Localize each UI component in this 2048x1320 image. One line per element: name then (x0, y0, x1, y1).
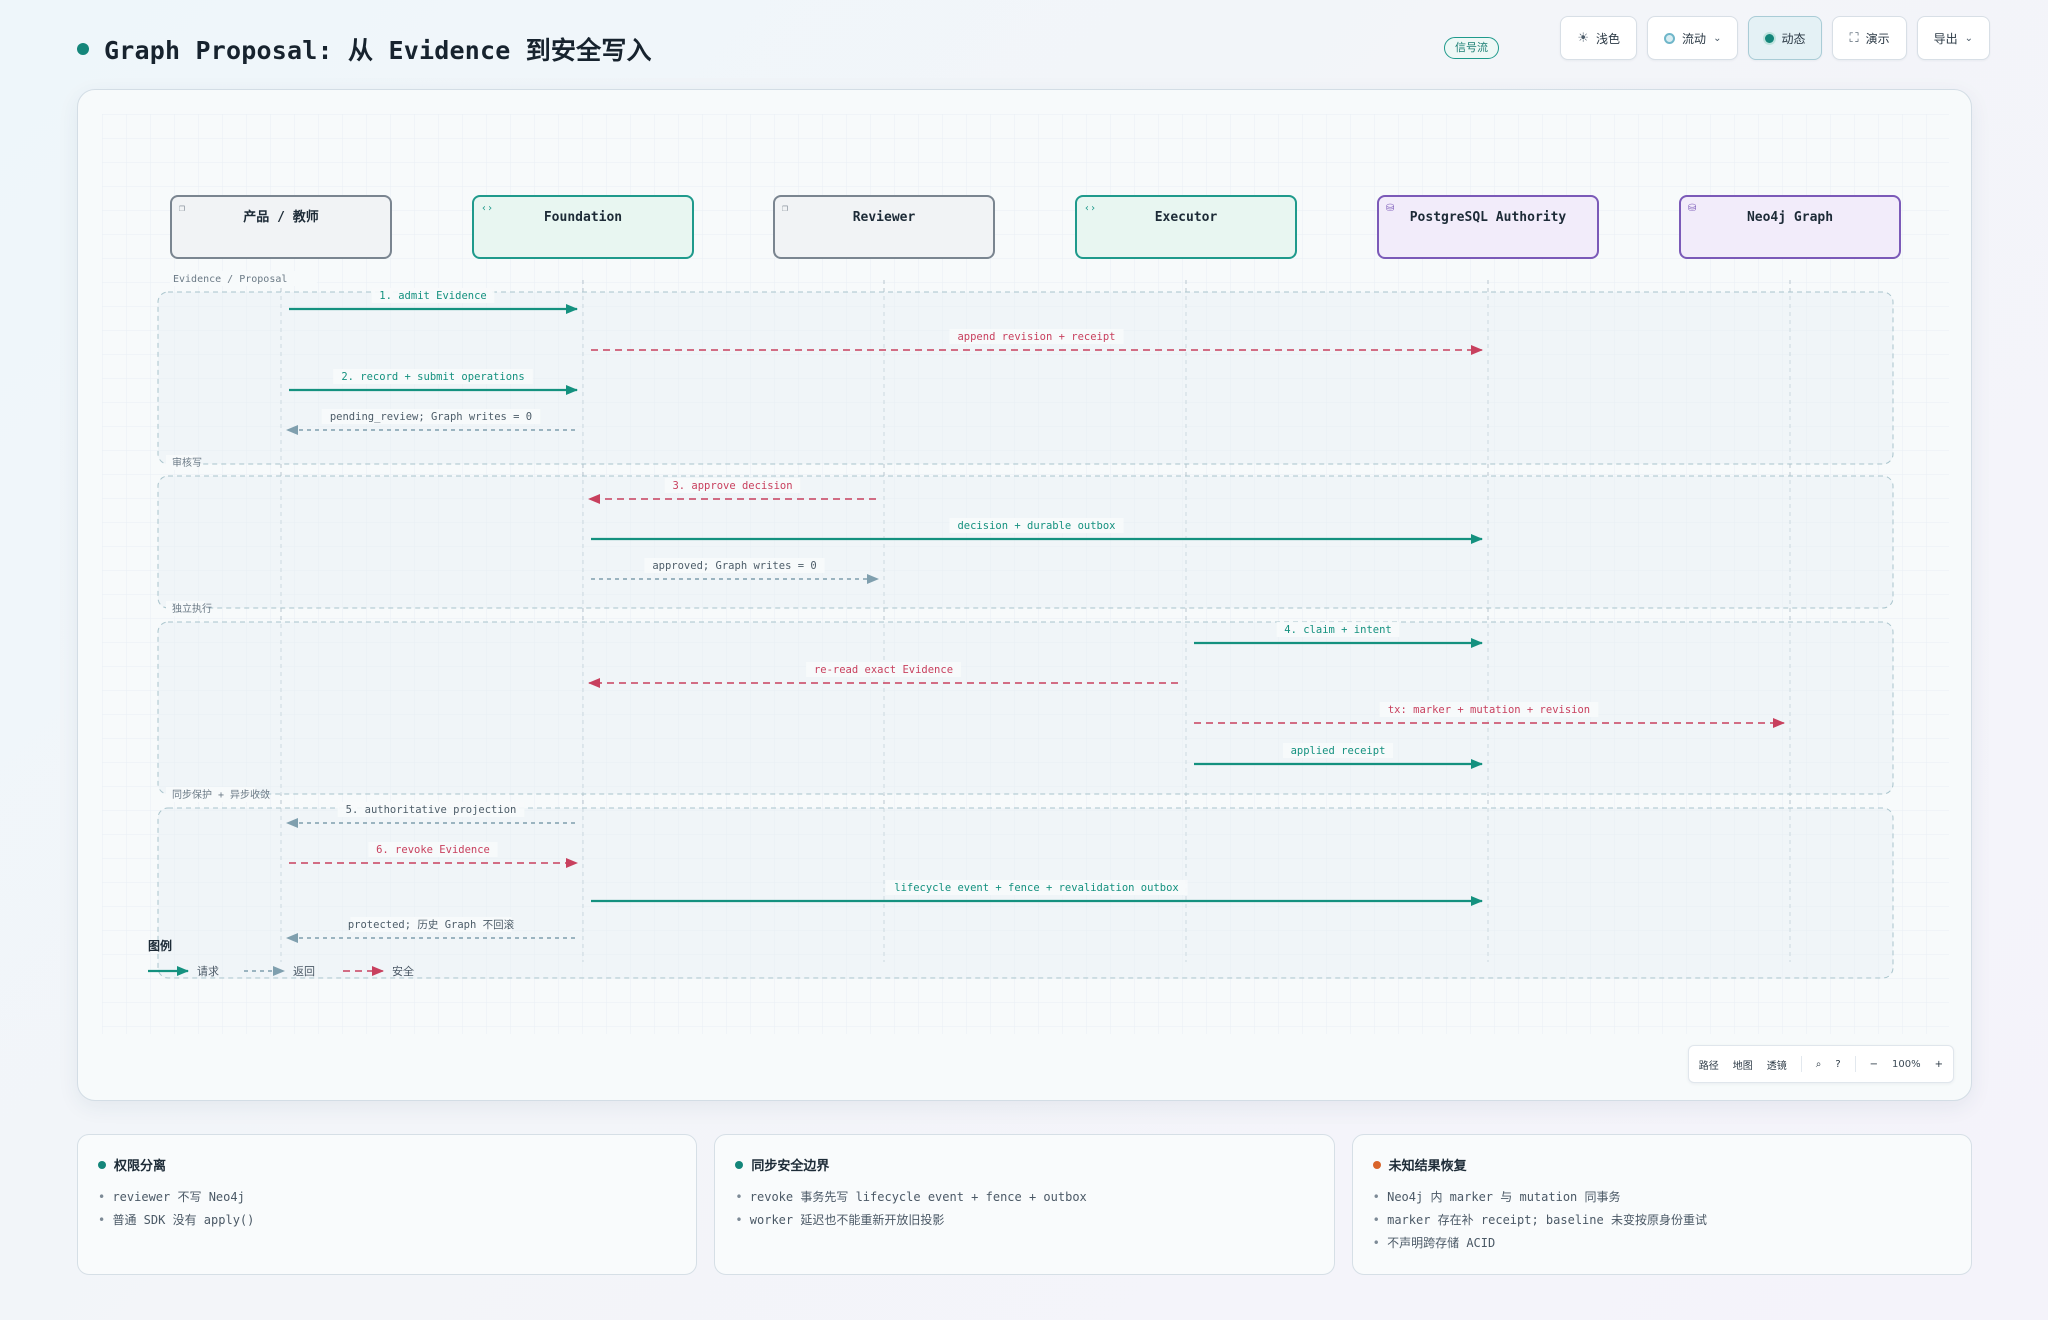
card-dot (98, 1160, 106, 1169)
participant-label: Foundation (544, 210, 622, 225)
legend-title: 图例 (148, 938, 172, 953)
card-list: revoke 事务先写 lifecycle event + fence + ou… (735, 1186, 1313, 1232)
list-item: reviewer 不写 Neo4j (98, 1186, 676, 1209)
info-card-permissions: 权限分离 reviewer 不写 Neo4j 普通 SDK 没有 apply() (77, 1134, 698, 1275)
message-label: 2. record + submit operations (341, 371, 524, 383)
zoom-level: 100% (1892, 1058, 1921, 1070)
card-title-text: 同步安全边界 (751, 1159, 830, 1174)
message-label: protected; 历史 Graph 不回滚 (348, 918, 515, 931)
diagram-panel: Evidence / Proposal 审核写独立执行同步保护 + 异步收敛 ❐ 产品… (77, 89, 1972, 1101)
card-dot (735, 1160, 744, 1169)
message-label: 5. authoritative projection (346, 804, 517, 816)
present-button[interactable]: ⛶ 演示 (1832, 16, 1907, 60)
database-icon: ⛁ (1688, 203, 1696, 214)
dynamic-dot-icon (1765, 33, 1775, 43)
dynamic-toggle-button[interactable]: 动态 (1748, 16, 1823, 60)
zoom-toolbar: 路径 地图 透镜 ⌕ ? − 100% + (1687, 1045, 1954, 1083)
message-label: re-read exact Evidence (814, 664, 953, 676)
window-icon: ❐ (179, 203, 185, 214)
sequence-diagram[interactable]: Evidence / Proposal 审核写独立执行同步保护 + 异步收敛 ❐ 产品… (78, 90, 1973, 1102)
card-title-text: 未知结果恢复 (1388, 1159, 1467, 1174)
database-icon: ⛁ (1386, 203, 1394, 214)
legend-request-label: 请求 (197, 965, 219, 978)
group-frame (157, 621, 1894, 795)
card-title: 未知结果恢复 (1372, 1155, 1951, 1174)
toolbar-divider (1854, 1056, 1856, 1072)
flow-dropdown-button[interactable]: 流动 ⌄ (1647, 16, 1739, 60)
group-label: 独立执行 (172, 602, 212, 615)
message-label: append revision + receipt (957, 331, 1115, 343)
participant-box[interactable]: ‹› Foundation (472, 195, 694, 259)
group-label: 同步保护 + 异步收敛 (172, 788, 270, 801)
lens-button[interactable]: 透镜 (1767, 1057, 1787, 1072)
chevron-down-icon: ⌄ (1713, 32, 1722, 44)
export-dropdown-button[interactable]: 导出 ⌄ (1916, 16, 1990, 60)
signal-flow-badge[interactable]: 信号流 (1444, 37, 1499, 59)
participant-box[interactable]: ❐ Reviewer (773, 195, 995, 259)
card-title: 同步安全边界 (735, 1155, 1313, 1174)
fullscreen-icon: ⛶ (1849, 30, 1859, 46)
theme-label: 浅色 (1596, 31, 1621, 46)
legend-return-label: 返回 (293, 965, 315, 978)
group-label: Evidence / Proposal (173, 274, 287, 285)
page-title: Graph Proposal: 从 Evidence 到安全写入 (104, 36, 652, 65)
participant-box[interactable]: ‹› Executor (1075, 195, 1297, 259)
group-frame (157, 475, 1894, 609)
title-status-dot (77, 43, 89, 55)
code-icon: ‹› (1084, 203, 1096, 214)
participant-label: Reviewer (853, 210, 916, 225)
list-item: Neo4j 内 marker 与 mutation 同事务 (1373, 1186, 1951, 1209)
participant-label: Neo4j Graph (1747, 210, 1833, 225)
sun-icon: ☀ (1577, 30, 1590, 46)
zoom-in-button[interactable]: + (1935, 1059, 1943, 1070)
message-label: 4. claim + intent (1284, 624, 1391, 636)
message-label: lifecycle event + fence + revalidation o… (894, 882, 1178, 894)
message-label: 1. admit Evidence (379, 290, 486, 302)
participant-box[interactable]: ⛁ PostgreSQL Authority (1377, 195, 1599, 259)
search-icon[interactable]: ⌕ (1816, 1059, 1822, 1070)
info-card-sync-boundary: 同步安全边界 revoke 事务先写 lifecycle event + fen… (714, 1134, 1335, 1275)
present-label: 演示 (1865, 31, 1890, 46)
message-label: 3. approve decision (672, 480, 792, 492)
list-item: 不声明跨存储 ACID (1373, 1232, 1951, 1255)
message-label: tx: marker + mutation + revision (1388, 704, 1590, 716)
legend-security-label: 安全 (392, 964, 414, 978)
info-card-recovery: 未知结果恢复 Neo4j 内 marker 与 mutation 同事务 mar… (1351, 1134, 1972, 1275)
toolbar-divider (1800, 1056, 1802, 1072)
card-list: Neo4j 内 marker 与 mutation 同事务 marker 存在补… (1373, 1186, 1951, 1255)
participant-label: PostgreSQL Authority (1410, 210, 1567, 225)
dynamic-label: 动态 (1781, 31, 1806, 46)
chevron-down-icon: ⌄ (1964, 32, 1973, 44)
participant-box[interactable]: ❐ 产品 / 教师 (170, 195, 392, 259)
path-button[interactable]: 路径 (1699, 1057, 1719, 1072)
list-item: revoke 事务先写 lifecycle event + fence + ou… (735, 1186, 1313, 1209)
participant-box[interactable]: ⛁ Neo4j Graph (1679, 195, 1901, 259)
window-icon: ❐ (782, 203, 788, 214)
message-label: decision + durable outbox (957, 520, 1115, 532)
message-label: 6. revoke Evidence (376, 844, 490, 856)
card-title: 权限分离 (98, 1155, 676, 1174)
map-button[interactable]: 地图 (1733, 1057, 1753, 1072)
card-dot (1372, 1160, 1381, 1169)
message-label: pending_review; Graph writes = 0 (330, 411, 532, 423)
list-item: marker 存在补 receipt; baseline 未变按原身份重试 (1373, 1209, 1951, 1232)
theme-toggle-button[interactable]: ☀ 浅色 (1560, 16, 1638, 60)
message-label: applied receipt (1291, 745, 1386, 757)
group-label: 审核写 (172, 456, 202, 469)
export-label: 导出 (1933, 31, 1958, 46)
info-cards: 权限分离 reviewer 不写 Neo4j 普通 SDK 没有 apply()… (77, 1134, 1972, 1275)
message-label: approved; Graph writes = 0 (652, 560, 816, 572)
card-list: reviewer 不写 Neo4j 普通 SDK 没有 apply() (98, 1186, 676, 1232)
help-icon[interactable]: ? (1835, 1059, 1840, 1070)
card-title-text: 权限分离 (114, 1159, 167, 1174)
list-item: 普通 SDK 没有 apply() (98, 1209, 676, 1232)
list-item: worker 延迟也不能重新开放旧投影 (735, 1209, 1313, 1232)
code-icon: ‹› (481, 203, 493, 214)
flow-ring-icon (1664, 32, 1676, 44)
participant-label: Executor (1155, 210, 1218, 225)
zoom-out-button[interactable]: − (1870, 1059, 1878, 1070)
toolbar: ☀ 浅色 流动 ⌄ 动态 ⛶ 演示 导出 ⌄ (1560, 16, 1990, 60)
flow-label: 流动 (1682, 31, 1707, 46)
participant-label: 产品 / 教师 (243, 209, 318, 225)
